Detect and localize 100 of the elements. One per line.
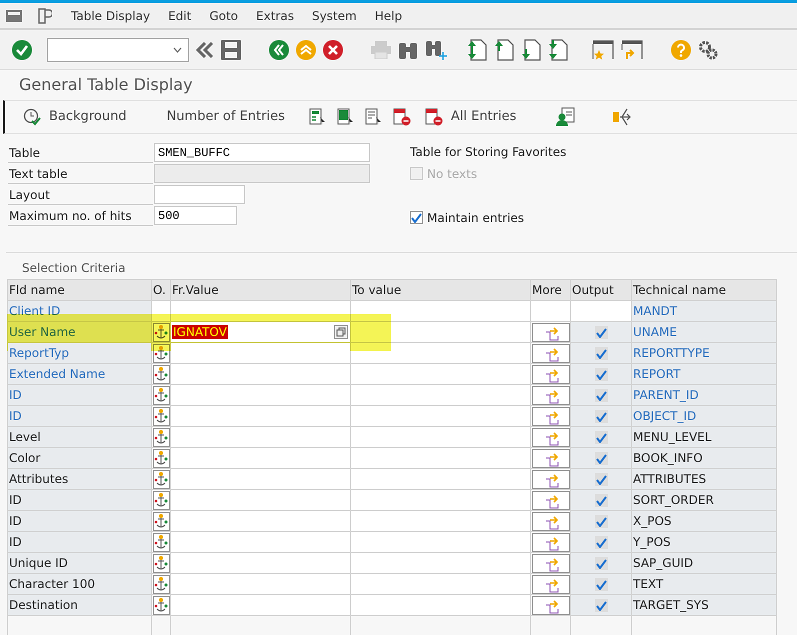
toolbar-button[interactable]: Number of Entries	[162, 107, 289, 127]
value-cell[interactable]	[350, 552, 530, 574]
back-icon[interactable]	[269, 40, 289, 60]
user-list-icon[interactable]	[556, 107, 576, 127]
option-button[interactable]	[153, 554, 170, 573]
more-button[interactable]	[532, 364, 570, 384]
input-value: IGNATOV	[172, 325, 228, 339]
option-button[interactable]	[153, 428, 170, 447]
technical-name: REPORT	[632, 364, 776, 384]
menu-item[interactable]: System	[302, 6, 366, 24]
value-cell[interactable]	[350, 594, 530, 616]
window-arrow-icon[interactable]	[621, 40, 643, 60]
input-field[interactable]	[154, 185, 245, 204]
menu-icon[interactable]	[6, 10, 22, 22]
value-cell[interactable]	[170, 532, 350, 552]
more-button[interactable]	[532, 532, 570, 552]
option-button[interactable]	[153, 406, 170, 426]
window-star-icon[interactable]	[592, 40, 614, 60]
option-button[interactable]	[153, 596, 170, 615]
delete-row-icon[interactable]	[392, 108, 411, 126]
menu-item[interactable]: Goto	[200, 6, 248, 24]
first-page-icon[interactable]	[467, 38, 487, 60]
option-button[interactable]	[153, 448, 170, 468]
value-cell[interactable]	[350, 364, 530, 384]
collapse-icon[interactable]	[196, 42, 214, 58]
field-name: Destination	[8, 594, 152, 616]
more-button[interactable]	[532, 596, 570, 615]
menu-item[interactable]: Edit	[159, 6, 200, 24]
value-cell[interactable]	[350, 426, 530, 448]
value-cell[interactable]	[350, 406, 530, 426]
more-button[interactable]	[532, 470, 570, 489]
layout-icon[interactable]	[38, 8, 52, 24]
delete-all-icon[interactable]	[424, 108, 443, 126]
value-cell[interactable]: IGNATOV	[170, 322, 350, 342]
select-list-icon[interactable]	[308, 108, 327, 126]
copy-icon[interactable]	[334, 325, 348, 339]
column-header: More	[530, 280, 570, 300]
value-cell[interactable]	[170, 426, 350, 448]
previous-page-icon[interactable]	[494, 38, 514, 60]
technical-name: BOOK_INFO	[632, 448, 776, 468]
more-button[interactable]	[532, 574, 570, 594]
value-cell[interactable]	[170, 468, 350, 490]
value-cell[interactable]	[170, 594, 350, 616]
dropdown-caret-icon[interactable]	[173, 46, 182, 52]
value-cell[interactable]	[350, 490, 530, 510]
more-button[interactable]	[532, 406, 570, 426]
cancel-icon[interactable]	[323, 40, 343, 60]
toolbar-button[interactable]: Background	[19, 107, 131, 127]
more-button[interactable]	[532, 490, 570, 510]
toolbar-button[interactable]: All Entries	[420, 107, 520, 127]
deselect-list-icon[interactable]	[364, 108, 383, 126]
value-cell[interactable]	[350, 384, 530, 406]
enter-icon[interactable]	[12, 40, 32, 60]
value-cell[interactable]	[170, 552, 350, 574]
more-button[interactable]	[532, 554, 570, 573]
command-field[interactable]	[47, 38, 189, 62]
menu-item[interactable]: Table Display	[62, 6, 160, 24]
save-icon[interactable]	[221, 40, 241, 60]
menu-item[interactable]: Help	[366, 6, 412, 24]
last-page-icon[interactable]	[548, 38, 568, 60]
value-cell[interactable]	[170, 574, 350, 594]
field-label: Text table	[8, 164, 153, 184]
menu-item[interactable]: Extras	[247, 6, 303, 24]
technical-name: PARENT_ID	[632, 384, 776, 406]
input-field[interactable]: 500	[154, 206, 237, 225]
value-cell[interactable]	[170, 342, 350, 364]
binoculars-plus-icon[interactable]	[425, 38, 447, 60]
more-button[interactable]	[532, 428, 570, 447]
checkbox[interactable]	[410, 211, 423, 224]
value-cell[interactable]	[170, 490, 350, 510]
option-button[interactable]	[153, 574, 170, 594]
value-cell[interactable]	[170, 448, 350, 468]
option-button[interactable]	[153, 364, 170, 384]
value-cell[interactable]	[350, 448, 530, 468]
settings-icon[interactable]	[698, 40, 718, 60]
next-page-icon[interactable]	[521, 38, 541, 60]
select-all-icon[interactable]	[336, 108, 355, 126]
value-cell[interactable]	[350, 532, 530, 552]
clock-check-icon[interactable]	[23, 108, 41, 126]
field-label: Maximum no. of hits	[8, 206, 153, 226]
branch-arrows-icon[interactable]	[612, 107, 632, 127]
input-field[interactable]: SMEN_BUFFC	[154, 143, 370, 162]
more-button[interactable]	[532, 386, 570, 405]
option-button[interactable]	[153, 386, 170, 405]
more-button[interactable]	[532, 448, 570, 468]
option-button[interactable]	[153, 532, 170, 552]
value-cell[interactable]	[350, 468, 530, 490]
value-cell[interactable]	[170, 384, 350, 406]
value-cell[interactable]	[350, 510, 530, 532]
more-button[interactable]	[532, 322, 570, 342]
technical-name: SORT_ORDER	[632, 490, 776, 510]
more-button[interactable]	[532, 512, 570, 531]
more-button[interactable]	[532, 344, 570, 363]
option-button[interactable]	[153, 470, 170, 489]
option-button[interactable]	[153, 490, 170, 510]
value-cell[interactable]	[350, 574, 530, 594]
value-cell[interactable]	[170, 510, 350, 532]
option-button[interactable]	[153, 512, 170, 531]
value-cell[interactable]	[170, 406, 350, 426]
value-cell[interactable]	[170, 364, 350, 384]
